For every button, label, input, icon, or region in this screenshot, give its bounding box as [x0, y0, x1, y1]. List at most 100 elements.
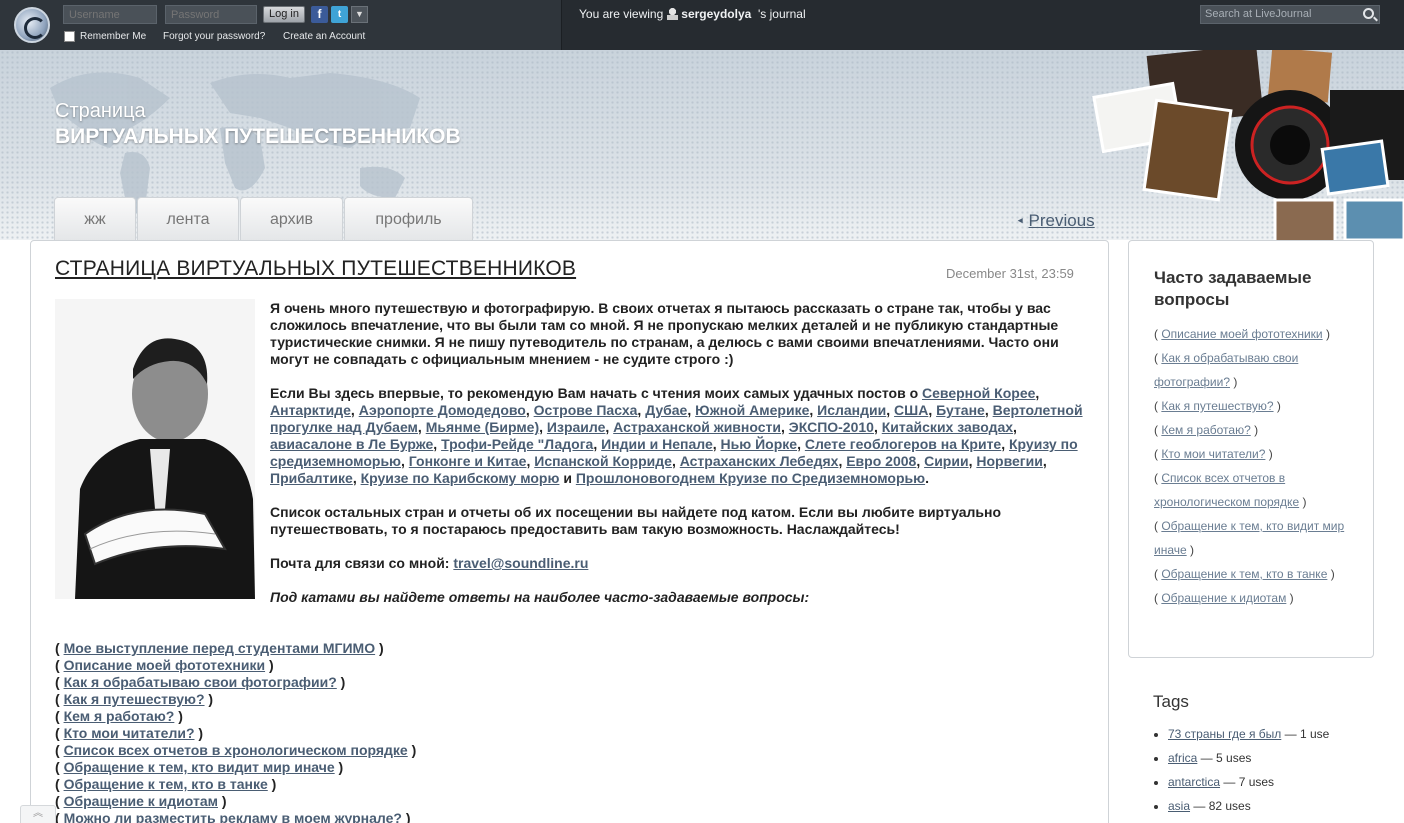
list-item: ( Кем я работаю? ) [55, 708, 183, 724]
post-link[interactable]: Гонконге и Китае [409, 453, 527, 469]
post-link[interactable]: Аэропорте Домодедово [359, 402, 526, 418]
tag-link[interactable]: africa [1168, 751, 1197, 765]
sidebar-faq-link[interactable]: Обращение к идиотам [1161, 591, 1286, 605]
tab-lj[interactable]: жж [54, 197, 136, 241]
twitter-icon[interactable]: t [331, 6, 348, 23]
faq-link[interactable]: Описание моей фототехники [64, 657, 266, 673]
post-link[interactable]: Антарктиде [270, 402, 351, 418]
post-link[interactable]: Северной Корее [922, 385, 1035, 401]
login-button[interactable]: Log in [263, 6, 305, 23]
post-link[interactable]: Бутане [936, 402, 985, 418]
contact-email-link[interactable]: travel@soundline.ru [453, 555, 588, 571]
post-link[interactable]: Сирии [924, 453, 968, 469]
sidebar-faq-link[interactable]: Обращение к тем, кто видит мир иначе [1154, 519, 1344, 557]
chevron-down-icon[interactable]: ▼ [351, 6, 368, 23]
post-body: Я очень много путешествую и фотографирую… [270, 300, 1090, 623]
faq-link[interactable]: Как я обрабатываю свои фотографии? [64, 674, 337, 690]
faq-link[interactable]: Мое выступление перед студентами МГИМО [64, 640, 376, 656]
sidebar-faq-link[interactable]: Кто мои читатели? [1161, 447, 1265, 461]
faq-link[interactable]: Обращение к идиотам [64, 793, 218, 809]
list-item: ( Описание моей фототехники ) [55, 657, 274, 673]
username-input[interactable] [63, 5, 157, 24]
faq-link[interactable]: Можно ли разместить рекламу в моем журна… [64, 810, 402, 823]
previous-link[interactable]: ◂ Previous [1018, 211, 1095, 231]
post-link[interactable]: Прошлоновогоднем Круизе по Средиземномор… [576, 470, 925, 486]
site-title: Страница ВИРТУАЛЬНЫХ ПУТЕШЕСТВЕННИКОВ [55, 100, 461, 149]
author-photo [55, 299, 255, 599]
faq-link[interactable]: Список всех отчетов в хронологическом по… [64, 742, 408, 758]
user-icon[interactable] [667, 8, 679, 20]
sidebar-faq-item: ( Как я обрабатываю свои фотографии? ) [1154, 351, 1299, 389]
create-account-link[interactable]: Create an Account [283, 31, 365, 42]
post-link[interactable]: Дубае [645, 402, 687, 418]
post-link[interactable]: Исландии [817, 402, 886, 418]
contact-label: Почта для связи со мной: [270, 555, 450, 571]
tab-profile[interactable]: профиль [344, 197, 473, 241]
post-link[interactable]: Астраханской живности [613, 419, 781, 435]
post-link[interactable]: Норвегии [976, 453, 1042, 469]
post-link[interactable]: Мьянме (Бирме) [426, 419, 539, 435]
search-icon[interactable] [1363, 8, 1374, 19]
faq-link[interactable]: Как я путешествую? [64, 691, 205, 707]
tag-link[interactable]: 73 страны где я был [1168, 727, 1281, 741]
post-title[interactable]: СТРАНИЦА ВИРТУАЛЬНЫХ ПУТЕШЕСТВЕННИКОВ [55, 257, 576, 281]
post-link[interactable]: Евро 2008 [846, 453, 916, 469]
post-date: December 31st, 23:59 [946, 266, 1074, 281]
post-link[interactable]: Южной Америке [695, 402, 809, 418]
top-bar: Log in f t ▼ Remember Me Forgot your pas… [0, 0, 1404, 50]
post-link[interactable]: Испанской Корриде [534, 453, 672, 469]
sidebar-faq-heading: Часто задаваемые вопросы [1154, 268, 1312, 309]
sidebar-faq-link[interactable]: Кем я работаю? [1161, 423, 1250, 437]
sidebar-faq-link[interactable]: Описание моей фототехники [1161, 327, 1322, 341]
sidebar-faq-item: ( Обращение к тем, кто видит мир иначе ) [1154, 519, 1345, 557]
tab-feed[interactable]: лента [137, 197, 239, 241]
faq-link[interactable]: Обращение к тем, кто в танке [64, 776, 268, 792]
post-link[interactable]: авиасалоне в Ле Бурже [270, 436, 433, 452]
post-link[interactable]: США [894, 402, 928, 418]
password-input[interactable] [165, 5, 257, 24]
faq-link[interactable]: Обращение к тем, кто видит мир иначе [64, 759, 335, 775]
sidebar-faq-link[interactable]: Список всех отчетов в хронологическом по… [1154, 471, 1299, 509]
sidebar-faq-item: ( Обращение к тем, кто в танке ) [1154, 567, 1335, 581]
post-link[interactable]: Трофи-Рейде "Ладога [441, 436, 593, 452]
remember-me-checkbox[interactable] [64, 31, 75, 42]
post-link[interactable]: Слете геоблогеров на Крите [805, 436, 1001, 452]
list-item: ( Обращение к идиотам ) [55, 793, 227, 809]
list-item: ( Обращение к тем, кто в танке ) [55, 776, 277, 792]
sidebar-faq-link[interactable]: Обращение к тем, кто в танке [1161, 567, 1327, 581]
sidebar-faq-item: ( Обращение к идиотам ) [1154, 591, 1294, 605]
forgot-password-link[interactable]: Forgot your password? [163, 31, 265, 42]
tab-archive[interactable]: архив [240, 197, 343, 241]
post-link[interactable]: Нью Йорке [721, 436, 798, 452]
post-link[interactable]: Индии и Непале [601, 436, 713, 452]
search-input[interactable]: Search at LiveJournal [1205, 8, 1311, 20]
post-link[interactable]: Круизе по Карибскому морю [361, 470, 560, 486]
tag-count: 82 uses [1208, 799, 1251, 813]
post-link[interactable]: Острове Пасха [534, 402, 638, 418]
facebook-icon[interactable]: f [311, 6, 328, 23]
viewing-prefix: You are viewing [579, 7, 664, 21]
tag-link[interactable]: antarctica [1168, 775, 1220, 789]
tag-count: 1 use [1299, 727, 1330, 741]
livejournal-logo-icon[interactable] [14, 7, 50, 43]
scroll-top-icon[interactable]: ︽ [20, 805, 56, 823]
faq-link[interactable]: Кто мои читатели? [64, 725, 195, 741]
post-link[interactable]: Прибалтике [270, 470, 353, 486]
sidebar-faq-link[interactable]: Как я путешествую? [1161, 399, 1273, 413]
post-link[interactable]: Израиле [547, 419, 605, 435]
sidebar-faq-item: ( Как я путешествую? ) [1154, 399, 1281, 413]
sidebar-faq-item: ( Кем я работаю? ) [1154, 423, 1259, 437]
tag-item: africa — 5 uses [1168, 746, 1329, 770]
faq-link[interactable]: Кем я работаю? [64, 708, 175, 724]
post-link[interactable]: Астраханских Лебедях [680, 453, 839, 469]
list-item: ( Можно ли разместить рекламу в моем жур… [55, 810, 416, 823]
tag-link[interactable]: asia [1168, 799, 1190, 813]
previous-label[interactable]: Previous [1029, 211, 1095, 230]
list-item: ( Как я путешествую? ) [55, 691, 214, 707]
remember-me-label[interactable]: Remember Me [80, 31, 146, 42]
journal-username-link[interactable]: sergeydolya [681, 7, 751, 21]
sidebar-faq-link[interactable]: Как я обрабатываю свои фотографии? [1154, 351, 1298, 389]
post-link[interactable]: Китайских заводах [882, 419, 1013, 435]
search-box[interactable]: Search at LiveJournal [1200, 5, 1380, 24]
post-link[interactable]: ЭКСПО-2010 [789, 419, 874, 435]
